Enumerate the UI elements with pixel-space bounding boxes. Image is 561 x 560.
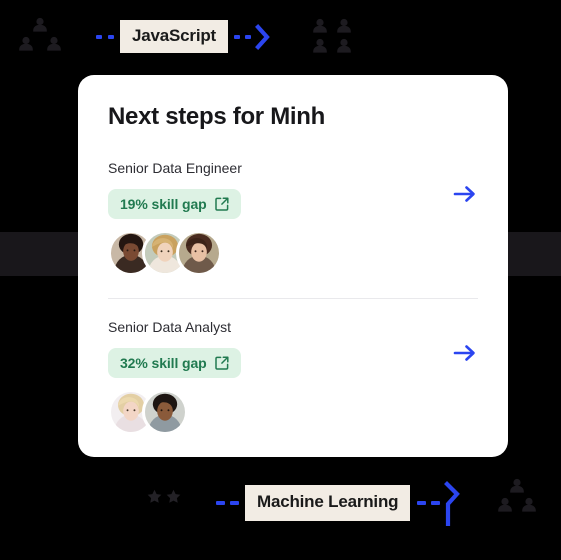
role-title: Senior Data Analyst [108, 318, 231, 335]
avatar-row [108, 229, 478, 276]
skill-gap-badge[interactable]: 19% skill gap [108, 188, 241, 219]
stars-icon [146, 489, 184, 507]
arrow-right-icon[interactable] [452, 340, 478, 366]
skill-tag-javascript[interactable]: JavaScript [120, 20, 228, 54]
dotted-line-icon [96, 34, 102, 39]
role-title: Senior Data Engineer [108, 159, 242, 176]
next-step-section: Senior Data Analyst 32% skill gap [108, 318, 478, 436]
dotted-line-icon [417, 501, 427, 505]
people-cluster-icon [18, 17, 62, 51]
screenshot-root: JavaScript Machine Learning Next steps f… [0, 0, 561, 560]
avatar-row [108, 389, 478, 436]
dotted-line-icon [230, 501, 239, 505]
skill-gap-badge[interactable]: 32% skill gap [108, 348, 241, 379]
external-link-icon [214, 197, 229, 211]
people-cluster-icon [495, 478, 539, 514]
chevron-right-icon [255, 23, 271, 51]
skill-gap-label: 19% skill gap [120, 195, 207, 212]
dotted-line-icon [245, 34, 251, 39]
skill-tag-machine-learning[interactable]: Machine Learning [245, 485, 411, 521]
page-title: Next steps for Minh [108, 103, 325, 130]
arrow-right-icon[interactable] [452, 181, 478, 207]
avatar[interactable] [142, 389, 188, 436]
dotted-line-icon [234, 34, 240, 39]
external-link-icon [214, 356, 229, 370]
connector-row-top: JavaScript [96, 20, 271, 54]
avatar[interactable] [176, 229, 222, 276]
section-divider [108, 297, 478, 299]
next-step-section: Senior Data Engineer 19% skill gap [108, 159, 478, 276]
people-grid-icon [312, 18, 356, 54]
chevron-right-down-icon [444, 480, 462, 527]
dotted-line-icon [108, 34, 114, 39]
connector-row-bottom: Machine Learning [216, 480, 462, 527]
skill-gap-label: 32% skill gap [120, 355, 207, 372]
dotted-line-icon [431, 501, 441, 505]
dotted-line-icon [216, 501, 225, 505]
next-steps-card: Next steps for Minh Senior Data Engineer… [78, 75, 508, 457]
